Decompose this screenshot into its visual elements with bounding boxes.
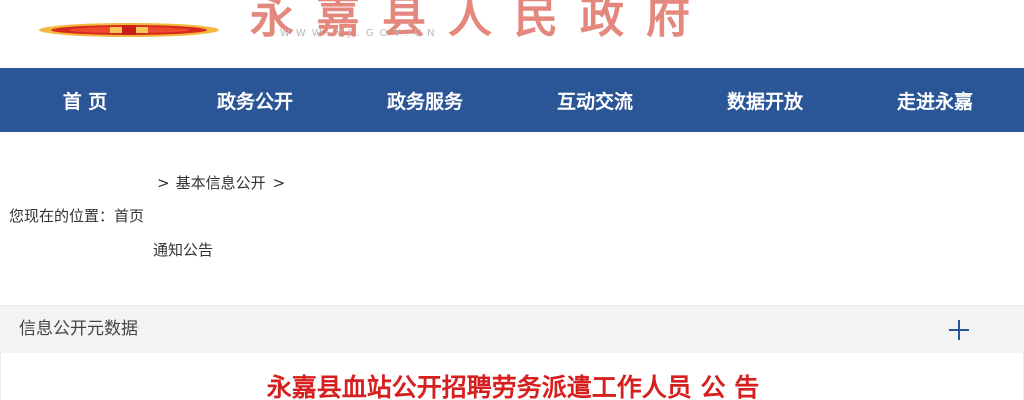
site-url: WWW.YJ.GOV.CN <box>280 28 441 39</box>
plus-icon[interactable] <box>948 319 970 341</box>
nav-item-open-data[interactable]: 数据开放 <box>680 68 850 132</box>
metadata-label: 信息公开元数据 <box>19 319 138 339</box>
breadcrumb-category-link[interactable]: 通知公告 <box>153 241 213 259</box>
nav-item-gov-affairs-open[interactable]: 政务公开 <box>170 68 340 132</box>
article-title: 永嘉县血站公开招聘劳务派遣工作人员 公 告 <box>266 373 760 400</box>
main-nav: 首 页 政务公开 政务服务 互动交流 数据开放 走进永嘉 <box>0 68 1024 132</box>
breadcrumb-separator: > <box>157 174 170 192</box>
breadcrumb-category-line: 通知公告 <box>153 241 213 259</box>
breadcrumb-home-link[interactable]: 首页 <box>114 207 144 225</box>
breadcrumb-section-line: > 基本信息公开 > <box>157 174 285 192</box>
breadcrumb-location-line: 您现在的位置：首页 <box>9 207 144 225</box>
article-container: 永嘉县血站公开招聘劳务派遣工作人员 公 告 <box>0 353 1024 400</box>
breadcrumb-prefix: 您现在的位置： <box>9 207 115 225</box>
national-emblem-icon <box>39 23 219 37</box>
metadata-bar[interactable]: 信息公开元数据 <box>0 305 1024 353</box>
nav-item-home[interactable]: 首 页 <box>0 68 170 132</box>
nav-item-about-yongjia[interactable]: 走进永嘉 <box>850 68 1020 132</box>
nav-item-interaction[interactable]: 互动交流 <box>510 68 680 132</box>
breadcrumb-section-link[interactable]: 基本信息公开 <box>176 174 266 192</box>
header-banner: 永嘉县人民政府 WWW.YJ.GOV.CN <box>0 0 1024 68</box>
nav-item-gov-services[interactable]: 政务服务 <box>340 68 510 132</box>
breadcrumb-separator: > <box>272 174 286 192</box>
